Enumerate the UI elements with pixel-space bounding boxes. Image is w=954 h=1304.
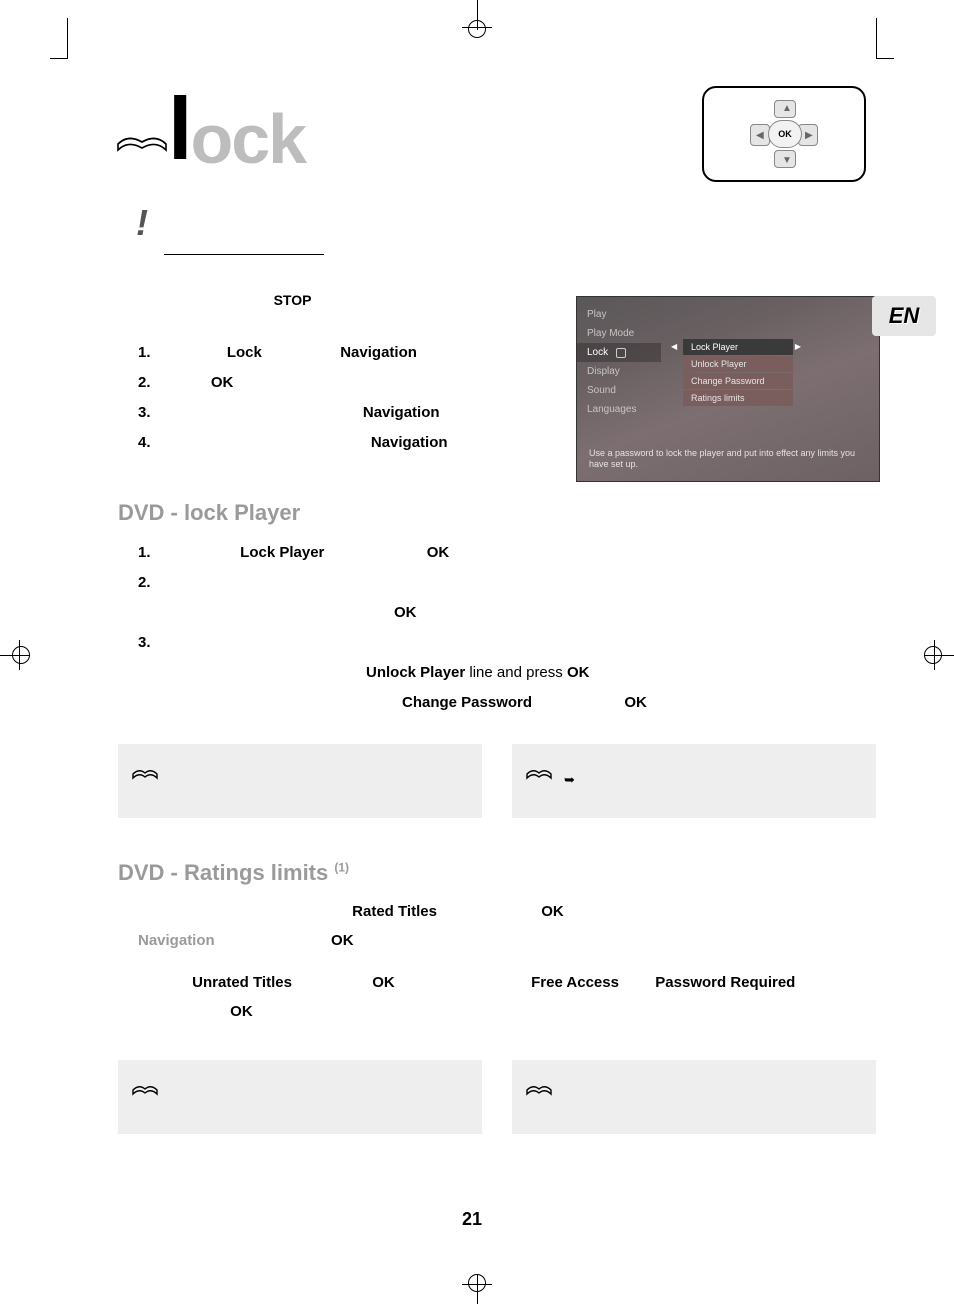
heading-ratings: DVD - Ratings limits (1) xyxy=(118,860,876,886)
step-row: 2. OK xyxy=(138,368,876,398)
step-row: 1. Lock Player OK xyxy=(138,538,876,568)
note-box: ➥ xyxy=(512,744,876,818)
note-box xyxy=(512,1060,876,1134)
divider xyxy=(164,254,324,255)
title-letter: l xyxy=(168,79,190,178)
attention-icon: ! xyxy=(136,202,172,246)
note-row-1: ➥ xyxy=(118,744,876,818)
ratings-block: Rated Titles OK Navigation OK Unrated Ti… xyxy=(118,898,876,1026)
crop-mark xyxy=(876,18,894,58)
title-rest: ock xyxy=(190,100,305,178)
step-row: 4. Navigation xyxy=(138,428,876,458)
remote-nav-box: ▲ ▼ ◀ ▶ OK xyxy=(702,86,866,182)
book-icon xyxy=(526,1074,552,1096)
arrow-right-icon: ➥ xyxy=(564,772,575,788)
registration-mark xyxy=(0,640,30,670)
registration-mark xyxy=(924,640,954,670)
note-box xyxy=(118,1060,482,1134)
book-icon xyxy=(132,758,158,780)
step-row: 2. OK xyxy=(138,568,876,628)
heading-lock-player: DVD - lock Player xyxy=(118,500,876,526)
chevron-right-icon: ▶ xyxy=(805,130,813,141)
page-number: 21 xyxy=(68,1209,876,1230)
dpad-icon: ▲ ▼ ◀ ▶ OK xyxy=(744,100,824,168)
note-box xyxy=(118,744,482,818)
registration-mark xyxy=(462,1274,492,1304)
note-row-2 xyxy=(118,1060,876,1134)
page-title: lock xyxy=(168,82,305,184)
step-row: 3. Unlock Player line and press OK Chang… xyxy=(138,628,876,718)
chevron-up-icon: ▲ xyxy=(782,103,792,114)
step-row: 3. Navigation xyxy=(138,398,876,428)
stop-line: xxxxx xxxxx xxxxx xxxxx STOP xyxy=(118,292,876,308)
registration-mark xyxy=(462,0,492,30)
ok-button-icon: OK xyxy=(768,120,802,148)
chevron-down-icon: ▼ xyxy=(782,155,792,166)
steps-list-b: 1. Lock Player OK 2. OK 3. xyxy=(138,538,876,718)
book-icon xyxy=(132,1074,158,1096)
step-row: 1. Lock Navigation xyxy=(138,338,876,368)
book-icon xyxy=(116,114,168,154)
stop-label: STOP xyxy=(274,292,312,308)
language-tab: EN xyxy=(872,296,936,336)
crop-mark xyxy=(50,18,68,58)
book-icon xyxy=(526,758,552,780)
steps-list-a: 1. Lock Navigation 2. OK 3. Navigation 4… xyxy=(138,338,876,458)
chevron-left-icon: ◀ xyxy=(756,130,764,141)
